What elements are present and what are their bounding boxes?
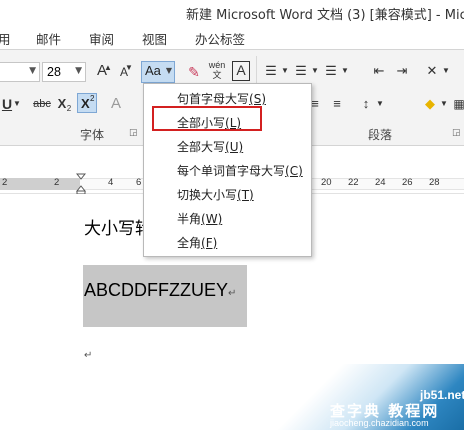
ruler-number: 26 xyxy=(402,177,413,188)
tab-mailings[interactable]: 邮件 xyxy=(36,29,61,48)
selected-text: ABCDDFFZZUEY↵ xyxy=(84,280,236,301)
text-effects-icon[interactable]: A xyxy=(108,94,124,114)
tab-office-tab[interactable]: 办公标签 xyxy=(195,29,245,48)
font-size-combo[interactable]: 28 ▼ xyxy=(42,62,86,82)
ruler-number: 2 xyxy=(54,177,60,188)
subscript-two-icon: 2 xyxy=(66,104,72,113)
chevron-down-icon: ▼ xyxy=(75,66,82,76)
change-case-button[interactable]: Aa ▼ xyxy=(141,61,175,83)
line-spacing-icon[interactable]: ↕ xyxy=(356,94,376,114)
menu-item-half-width[interactable]: 半角(W) xyxy=(145,207,310,231)
menu-item-full-width[interactable]: 全角(F) xyxy=(145,231,310,255)
ribbon-tabs: 用 邮件 审阅 视图 办公标签 xyxy=(0,24,464,50)
selected-text-value: ABCDDFFZZUEY xyxy=(84,280,228,300)
ruler-number: 24 xyxy=(375,177,386,188)
menu-item-toggle-case[interactable]: 切换大小写(T) xyxy=(145,183,310,207)
character-border-icon[interactable]: A xyxy=(232,61,250,81)
shrink-arrow-icon: ▼ xyxy=(125,63,133,72)
justify-icon[interactable]: ≡ xyxy=(328,94,346,114)
font-group-label: 字体 xyxy=(80,128,105,142)
menu-item-label: 半角 xyxy=(177,212,202,226)
tab-review[interactable]: 审阅 xyxy=(89,29,114,48)
tab-view[interactable]: 视图 xyxy=(142,29,167,48)
clear-formatting-icon[interactable]: ✎ xyxy=(184,62,204,82)
ruler-number: 22 xyxy=(348,177,359,188)
ruler-number: 28 xyxy=(429,177,440,188)
tab-insert[interactable]: 用 xyxy=(0,29,11,48)
highlight-box xyxy=(152,106,262,131)
indent-marker-icon[interactable] xyxy=(76,173,86,195)
superscript-button[interactable]: X 2 xyxy=(77,93,97,113)
font-name-combo[interactable]: ▼ xyxy=(0,62,40,82)
font-dialog-launcher-icon[interactable]: ◲ xyxy=(129,128,138,138)
ruler-number: 4 xyxy=(108,177,114,188)
menu-item-key: (U) xyxy=(225,140,244,154)
ruler-number: 20 xyxy=(321,177,332,188)
paragraph-group-label: 段落 xyxy=(368,128,393,142)
menu-item-key: (T) xyxy=(237,188,254,202)
chevron-down-icon: ▼ xyxy=(29,66,36,76)
document-line: 大小写转 xyxy=(84,219,152,239)
menu-item-key: (F) xyxy=(201,236,218,250)
chevron-down-icon[interactable]: ▼ xyxy=(12,94,22,114)
multilevel-list-icon[interactable]: ☰ xyxy=(322,61,340,81)
borders-icon[interactable]: ▦ xyxy=(452,94,464,114)
paragraph-mark: ↵ xyxy=(84,350,93,361)
menu-item-key: (W) xyxy=(201,212,223,226)
menu-item-key: (S) xyxy=(249,92,266,106)
menu-item-label: 全部大写 xyxy=(177,140,226,154)
watermark-text: jiaocheng.chazidian.com xyxy=(330,418,429,428)
menu-item-label: 句首字母大写 xyxy=(177,92,250,106)
shading-icon[interactable]: ◆ xyxy=(420,94,440,114)
grow-arrow-icon: ▲ xyxy=(104,63,112,72)
ruler-margin xyxy=(0,178,80,190)
chevron-down-icon[interactable]: ▼ xyxy=(341,61,349,81)
chevron-down-icon[interactable]: ▼ xyxy=(311,61,319,81)
numbering-icon[interactable]: ☰ xyxy=(292,61,310,81)
strikethrough-button[interactable]: abc xyxy=(31,94,53,114)
font-size-value: 28 xyxy=(47,65,61,79)
chevron-down-icon[interactable]: ▼ xyxy=(376,94,384,114)
phonetic-guide-icon[interactable]: wén 文 xyxy=(206,60,228,80)
paragraph-dialog-launcher-icon[interactable]: ◲ xyxy=(452,128,461,138)
title-bar: 新建 Microsoft Word 文档 (3) [兼容模式] - Micros xyxy=(0,0,464,24)
menu-item-label: 切换大小写 xyxy=(177,188,238,202)
chevron-down-icon[interactable]: ▼ xyxy=(440,94,448,114)
ruler-number: 6 xyxy=(136,177,142,188)
menu-item-capitalize-each-word[interactable]: 每个单词首字母大写(C) xyxy=(145,159,310,183)
chevron-down-icon[interactable]: ▼ xyxy=(281,61,289,81)
chevron-down-icon[interactable]: ▼ xyxy=(442,61,450,81)
superscript-two-icon: 2 xyxy=(90,94,95,103)
increase-indent-icon[interactable]: ⇥ xyxy=(393,61,411,81)
paragraph-mark: ↵ xyxy=(228,288,237,299)
superscript-label: X xyxy=(81,96,90,111)
menu-item-label: 全角 xyxy=(177,236,202,250)
menu-item-uppercase[interactable]: 全部大写(U) xyxy=(145,135,310,159)
chinese-layout-icon[interactable]: ✕ xyxy=(422,61,442,81)
menu-item-label: 每个单词首字母大写 xyxy=(177,164,286,178)
menu-item-key: (C) xyxy=(285,164,303,178)
window-title: 新建 Microsoft Word 文档 (3) [兼容模式] - Micros xyxy=(186,8,464,23)
decrease-indent-icon[interactable]: ⇤ xyxy=(370,61,388,81)
bullets-icon[interactable]: ☰ xyxy=(262,61,280,81)
change-case-label: Aa xyxy=(145,63,161,78)
chevron-down-icon: ▼ xyxy=(165,66,172,75)
ruler-number: 2 xyxy=(2,177,8,188)
